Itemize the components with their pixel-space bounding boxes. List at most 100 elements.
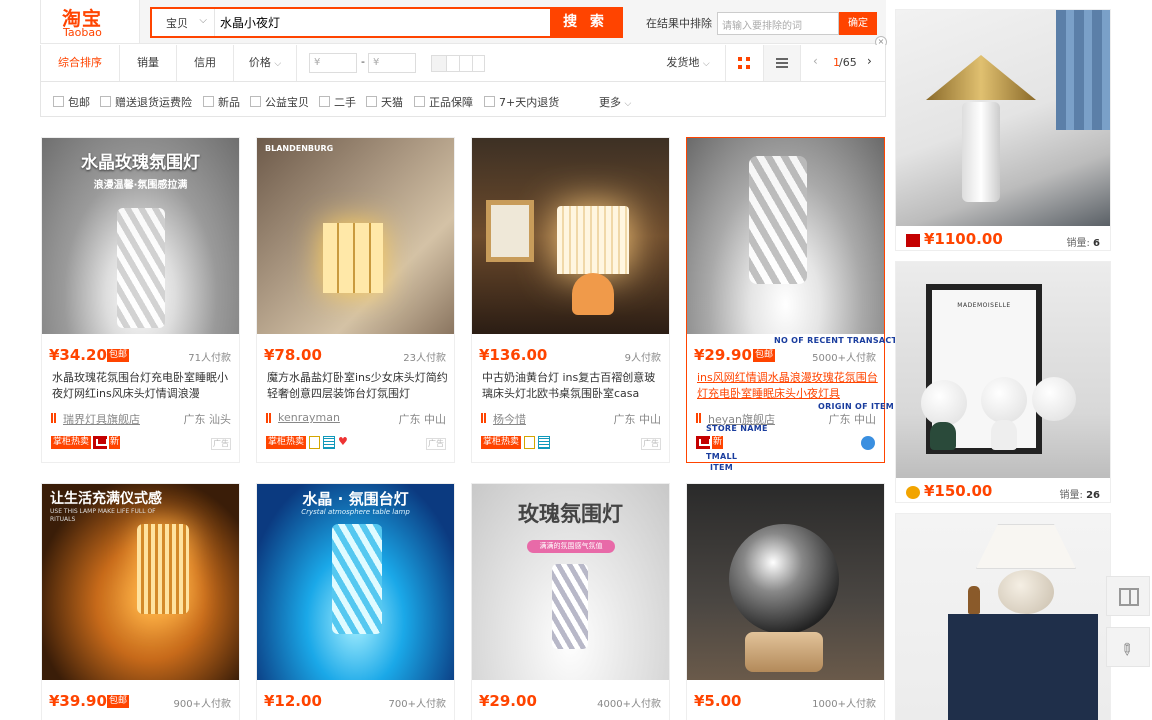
gold-medal-icon (906, 486, 920, 499)
ship-from-select[interactable]: 发货地 ⌵ (653, 45, 723, 81)
checkbox-icon (100, 96, 111, 107)
product-image[interactable]: 玫瑰氛围灯 满满的氛围感气氛值 (472, 484, 669, 680)
product-title[interactable]: 中古奶油黄台灯 ins复古百褶创意玻璃床头灯北欧书桌氛围卧室casa (482, 370, 664, 402)
store-name[interactable]: 杨今惜 (493, 411, 526, 427)
view-size-toggle[interactable] (431, 55, 485, 72)
price-max-input[interactable]: ¥ (368, 53, 416, 73)
recommended-image[interactable] (896, 514, 1110, 720)
badges: 掌柜热卖 ♥ (266, 436, 350, 450)
product-image[interactable]: 让生活充满仪式感 USE THIS LAMP MAKE LIFE FULL OF… (42, 484, 239, 680)
recommended-image[interactable] (896, 10, 1110, 226)
sold-count: 4000+人付款 (597, 699, 661, 710)
filter-charity[interactable]: 公益宝贝 (250, 94, 309, 110)
search-button[interactable]: 搜 索 (550, 9, 621, 36)
annotation-store-name: STORE NAME (706, 424, 768, 433)
filter-label: 天猫 (381, 96, 403, 109)
store-icon (696, 413, 701, 423)
free-shipping-badge: 包邮 (107, 695, 130, 708)
lamp-graphic (137, 524, 189, 614)
product-price: ¥34.20 (49, 346, 107, 364)
exclude-input[interactable]: 请输入要排除的词 (717, 12, 839, 35)
hot-seller-badge: 掌柜热卖 (481, 436, 522, 449)
search-category-label: 宝贝 (166, 17, 188, 30)
filter-second-hand[interactable]: 二手 (319, 94, 356, 110)
recommended-image[interactable]: MADEMOISELLE (896, 262, 1110, 478)
grid-view-button[interactable] (726, 45, 763, 81)
wangwang-chat-icon[interactable] (861, 436, 875, 450)
page-total: /65 (839, 56, 857, 69)
recommended-card[interactable]: ¥1100.00 销量: 6 (895, 9, 1111, 251)
filter-more-button[interactable]: 更多 ⌵ (599, 94, 631, 110)
product-card[interactable]: 水晶 · 氛围台灯 Crystal atmosphere table lamp … (256, 483, 455, 720)
filter-authentic[interactable]: 正品保障 (414, 94, 473, 110)
sold-count: 9人付款 (624, 353, 661, 364)
recommended-card[interactable]: MADEMOISELLE ¥150.00 销量: 26 (895, 261, 1111, 503)
filter-label: 赠送退货运费险 (115, 96, 192, 109)
feedback-button[interactable]: ✎ (1106, 627, 1150, 667)
product-image[interactable] (687, 138, 884, 334)
product-title[interactable]: 水晶玫瑰花氛围台灯充电卧室睡眠小夜灯网红ins风床头灯情调浪漫 (52, 370, 234, 402)
tab-comprehensive[interactable]: 综合排序 (41, 45, 119, 81)
exclude-confirm-button[interactable]: 确定 (839, 12, 877, 35)
tab-price-label: 价格 (248, 56, 271, 69)
lamp-base-graphic (991, 420, 1017, 450)
taobao-logo[interactable]: 淘宝 Taobao (40, 0, 140, 44)
filter-label: 正品保障 (429, 96, 473, 109)
tab-sales[interactable]: 销量 (120, 45, 176, 81)
product-image[interactable] (687, 484, 884, 680)
price-min-input[interactable]: ¥ (309, 53, 357, 73)
next-page-icon[interactable]: › (867, 54, 872, 68)
lamp-graphic (117, 208, 165, 328)
sold-count: 900+人付款 (173, 699, 231, 710)
product-card[interactable]: BLANDENBURG ¥78.00 23人付款 魔方水晶盐灯卧室ins少女床头… (256, 137, 455, 463)
filter-new[interactable]: 新品 (203, 94, 240, 110)
chevron-down-icon: ⌵ (624, 99, 632, 109)
filter-label: 公益宝贝 (265, 96, 309, 109)
store-name[interactable]: kenrayman (278, 411, 340, 424)
product-card-highlighted[interactable]: ¥29.90 包邮 5000+人付款 ins风网红情调水晶浪漫玫瑰花氛围台灯充电… (686, 137, 885, 463)
prev-page-icon[interactable]: ‹ (813, 54, 818, 68)
filter-tmall[interactable]: 天猫 (366, 94, 403, 110)
lamp-base-graphic (930, 422, 956, 450)
recommended-card[interactable] (895, 513, 1111, 720)
lamp-graphic (749, 156, 807, 284)
filter-label: 7+天内退货 (499, 96, 560, 109)
product-card[interactable]: ¥5.00 1000+人付款 (686, 483, 885, 720)
product-title[interactable]: ins风网红情调水晶浪漫玫瑰花氛围台灯充电卧室睡眠床头小夜灯具 (697, 370, 879, 402)
product-card[interactable]: 玫瑰氛围灯 满满的氛围感气氛值 ¥29.00 4000+人付款 (471, 483, 670, 720)
product-image[interactable]: BLANDENBURG (257, 138, 454, 334)
gift-button[interactable] (1106, 576, 1150, 616)
filter-label: 二手 (334, 96, 356, 109)
sold-count: 700+人付款 (388, 699, 446, 710)
product-title[interactable]: 魔方水晶盐灯卧室ins少女床头灯简约轻奢创意四层装饰台灯氛围灯 (267, 370, 449, 402)
tab-price[interactable]: 价格 ⌵ (234, 45, 296, 81)
filter-bar: 包邮 赠送退货运费险 新品 公益宝贝 二手 天猫 正品保障 7+天内退货 更多 … (40, 82, 886, 117)
product-card[interactable]: ¥136.00 9人付款 中古奶油黄台灯 ins复古百褶创意玻璃床头灯北欧书桌氛… (471, 137, 670, 463)
lamp-base-graphic (998, 570, 1054, 614)
ship-from-label: 发货地 (666, 56, 700, 69)
filter-return-insurance[interactable]: 赠送退货运费险 (100, 94, 192, 110)
filter-free-shipping[interactable]: 包邮 (53, 94, 90, 110)
search-input[interactable]: 水晶小夜灯 (220, 14, 280, 31)
pencil-icon: ✎ (1115, 638, 1139, 661)
recommended-sales: 销量: 26 (1060, 486, 1100, 501)
sold-count: 71人付款 (188, 353, 231, 364)
product-image[interactable]: 水晶 · 氛围台灯 Crystal atmosphere table lamp (257, 484, 454, 680)
tab-credit[interactable]: 信用 (177, 45, 233, 81)
sales-label: 销量: (1066, 238, 1090, 249)
tmall-icon (93, 436, 109, 449)
lamp-graphic (332, 524, 382, 634)
product-card[interactable]: 让生活充满仪式感 USE THIS LAMP MAKE LIFE FULL OF… (41, 483, 240, 720)
filter-7day-return[interactable]: 7+天内退货 (484, 94, 559, 110)
store-name[interactable]: 瑞界灯具旗舰店 (63, 411, 140, 427)
tmall-icon (696, 436, 711, 449)
crystal-ball-graphic (729, 524, 839, 634)
window-graphic (1056, 10, 1110, 130)
list-icon (776, 58, 788, 68)
owl-figurine-graphic (968, 586, 980, 614)
product-image[interactable] (472, 138, 669, 334)
list-view-button[interactable] (764, 45, 800, 81)
search-category-select[interactable]: 宝贝 ⌵ (152, 9, 215, 36)
product-image[interactable]: 水晶玫瑰氛围灯 浪漫温馨·氛围感拉满 (42, 138, 239, 334)
product-card[interactable]: 水晶玫瑰氛围灯 浪漫温馨·氛围感拉满 ¥34.20 包邮 71人付款 水晶玫瑰花… (41, 137, 240, 463)
